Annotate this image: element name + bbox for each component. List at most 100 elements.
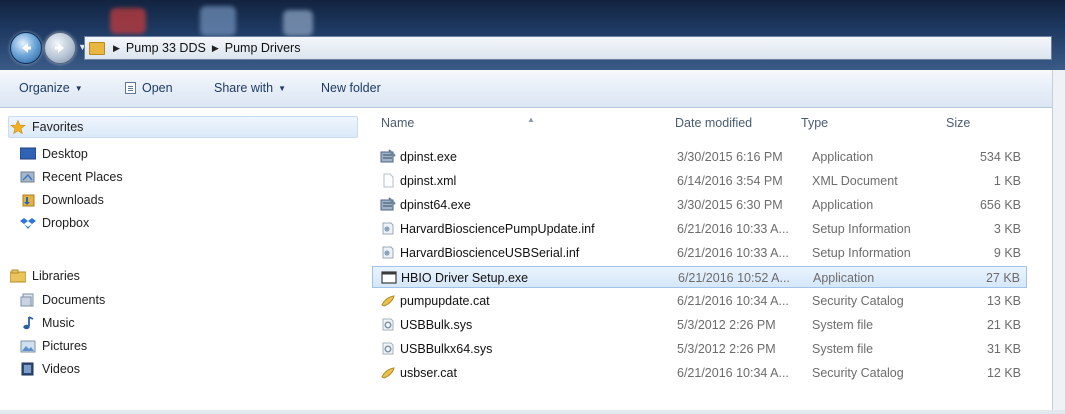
file-row[interactable]: HarvardBiosciencePumpUpdate.inf 6/21/2016… [372, 218, 1027, 240]
file-size: 13 KB [986, 294, 1021, 308]
navigation-buttons: ▼ [10, 32, 88, 64]
arrow-right-icon [55, 43, 64, 53]
file-size: 656 KB [979, 198, 1021, 212]
nav-label: Libraries [32, 269, 80, 283]
command-bar: Organize ▼ Open Share with ▼ New folder [0, 70, 1065, 108]
file-row[interactable]: USBBulkx64.sys 5/3/2012 2:26 PM System fil… [372, 338, 1027, 360]
chevron-right-icon[interactable]: ▶ [212, 43, 219, 54]
file-name: USBBulkx64.sys [400, 342, 493, 356]
file-size: 21 KB [986, 318, 1021, 332]
documents-icon [20, 293, 36, 307]
inf-file-icon [380, 245, 396, 260]
organize-button[interactable]: Organize ▼ [19, 81, 83, 95]
column-header-name[interactable]: Name ▲ [381, 115, 535, 130]
file-row[interactable]: pumpupdate.cat 6/21/2016 10:34 A... Securi… [372, 290, 1027, 312]
title-bar: ▼ ▶ Pump 33 DDS ▶ Pump Drivers [0, 0, 1065, 70]
column-header-size[interactable]: Size [946, 116, 970, 130]
taskbar-icon [200, 6, 236, 36]
file-date-modified: 3/30/2015 6:16 PM [677, 150, 783, 164]
breadcrumb-item[interactable]: Pump 33 DDS [126, 41, 206, 55]
taskbar-icon [283, 10, 313, 36]
caret-down-icon: ▼ [74, 83, 83, 93]
nav-recent-places[interactable]: Recent Places [20, 166, 123, 188]
breadcrumb-item[interactable]: Pump Drivers [225, 41, 301, 55]
nav-libraries[interactable]: Libraries [9, 265, 80, 287]
file-date-modified: 6/21/2016 10:33 A... [677, 246, 789, 260]
file-name: pumpupdate.cat [400, 294, 490, 308]
file-name: dpinst.exe [400, 150, 457, 164]
new-folder-button[interactable]: New folder [321, 81, 381, 95]
file-date-modified: 6/21/2016 10:34 A... [677, 294, 789, 308]
nav-label: Music [42, 316, 75, 330]
nav-desktop[interactable]: Desktop [19, 143, 88, 165]
file-type: System file [812, 318, 874, 332]
address-bar[interactable]: ▶ Pump 33 DDS ▶ Pump Drivers [84, 36, 1052, 60]
recent-places-icon [20, 170, 36, 184]
system-file-icon [380, 341, 396, 356]
file-row[interactable]: usbser.cat 6/21/2016 10:34 A... Security C… [372, 362, 1027, 384]
file-size: 3 KB [993, 222, 1021, 236]
file-row[interactable]: HarvardBioscienceUSBSerial.inf 6/21/2016 … [372, 242, 1027, 264]
column-label: Type [801, 116, 829, 130]
file-row[interactable]: dpinst64.exe 3/30/2015 6:30 PM Application… [372, 194, 1027, 216]
nav-label: Favorites [32, 120, 84, 134]
downloads-icon [20, 193, 36, 207]
sort-ascending-icon: ▲ [527, 115, 535, 124]
file-date-modified: 5/3/2012 2:26 PM [677, 318, 776, 332]
back-button[interactable] [10, 32, 42, 64]
nav-label: Pictures [42, 339, 88, 353]
file-type: Security Catalog [812, 366, 904, 380]
file-type: Application [812, 150, 874, 164]
share-with-button[interactable]: Share with ▼ [214, 81, 286, 95]
desktop-icon [19, 147, 37, 161]
file-list: Name ▲ Date modified Type Size dpinst.ex… [362, 108, 1052, 414]
file-size: 9 KB [993, 246, 1021, 260]
file-name: HBIO Driver Setup.exe [401, 271, 529, 285]
file-type: Security Catalog [812, 294, 904, 308]
file-name: dpinst64.exe [400, 198, 471, 212]
column-label: Name [381, 116, 415, 130]
new-folder-label: New folder [321, 81, 381, 95]
column-label: Date modified [675, 116, 753, 130]
window-app-icon [381, 270, 397, 285]
file-name: USBBulk.sys [400, 318, 473, 332]
videos-icon [20, 362, 36, 376]
nav-downloads[interactable]: Downloads [20, 189, 104, 211]
open-button[interactable]: Open [125, 81, 173, 95]
column-header-date[interactable]: Date modified [675, 116, 752, 130]
nav-pictures[interactable]: Pictures [20, 335, 87, 357]
nav-label: Downloads [42, 193, 104, 207]
installer-icon [380, 197, 396, 212]
nav-dropbox[interactable]: Dropbox [20, 212, 89, 234]
nav-documents[interactable]: Documents [20, 289, 105, 311]
taskbar-icon [110, 8, 146, 34]
forward-button[interactable] [44, 32, 76, 64]
file-name: usbser.cat [400, 366, 457, 380]
file-row[interactable]: dpinst.exe 3/30/2015 6:16 PM Application 53… [372, 146, 1027, 168]
file-date-modified: 3/30/2015 6:30 PM [677, 198, 783, 212]
file-size: 12 KB [986, 366, 1021, 380]
column-label: Size [946, 116, 971, 130]
file-date-modified: 6/21/2016 10:52 A... [678, 271, 790, 285]
file-type: Application [813, 271, 875, 285]
file-date-modified: 6/14/2016 3:54 PM [677, 174, 783, 188]
file-type: Setup Information [812, 246, 911, 260]
file-name: dpinst.xml [400, 174, 457, 188]
nav-favorites[interactable]: Favorites [10, 116, 83, 138]
file-size: 1 KB [993, 174, 1021, 188]
share-with-label: Share with [214, 81, 274, 95]
file-name: HarvardBiosciencePumpUpdate.inf [400, 222, 595, 236]
pictures-icon [20, 339, 36, 353]
file-row[interactable]: USBBulk.sys 5/3/2012 2:26 PM System file 21… [372, 314, 1027, 336]
column-header-type[interactable]: Type [801, 116, 828, 130]
navigation-pane: Favorites Desktop Recent Places Download… [0, 108, 362, 414]
file-date-modified: 6/21/2016 10:34 A... [677, 366, 789, 380]
file-row[interactable]: dpinst.xml 6/14/2016 3:54 PM XML Document 1… [372, 170, 1027, 192]
open-label: Open [142, 81, 173, 95]
nav-music[interactable]: Music [20, 312, 75, 334]
file-row[interactable]: HBIO Driver Setup.exe 6/21/2016 10:52 A..… [372, 266, 1027, 288]
chevron-right-icon[interactable]: ▶ [113, 43, 120, 54]
file-size: 534 KB [979, 150, 1021, 164]
system-file-icon [380, 317, 396, 332]
nav-videos[interactable]: Videos [20, 358, 80, 380]
